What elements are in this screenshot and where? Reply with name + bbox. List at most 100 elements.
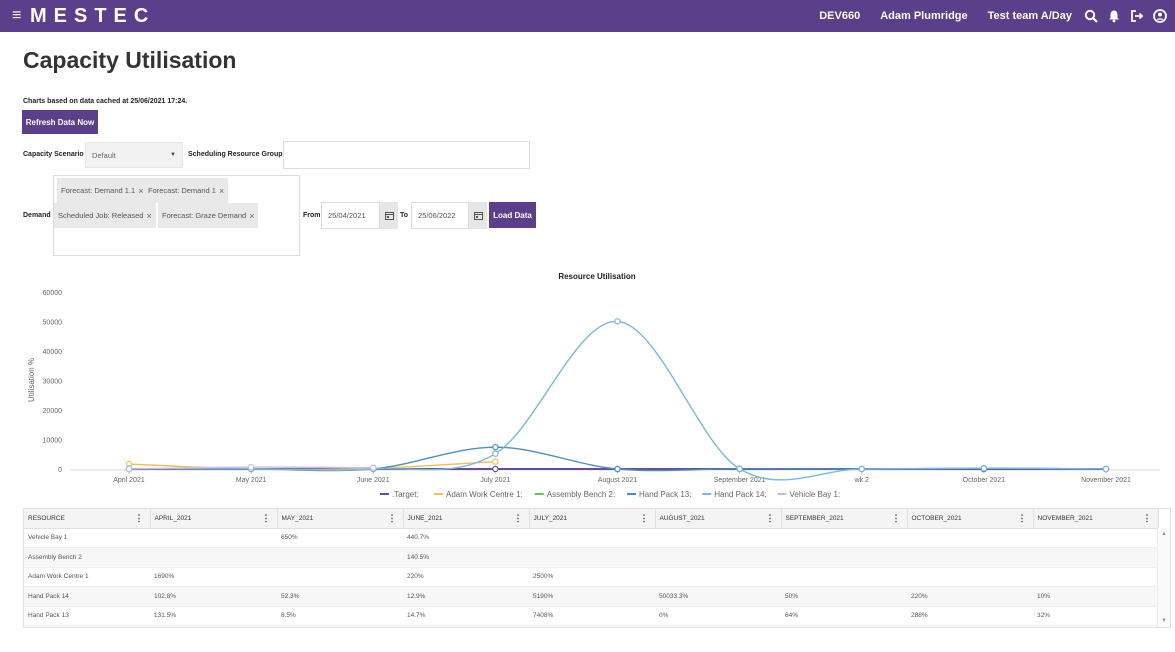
remove-chip-icon[interactable]: ×	[146, 211, 151, 221]
column-menu-icon[interactable]: ⋮	[766, 513, 775, 523]
column-menu-icon[interactable]: ⋮	[262, 513, 271, 523]
table-row[interactable]: Adam Work Centre 1 1690% 220% 2500%	[24, 567, 1158, 587]
user-name[interactable]: Adam Plumridge	[880, 10, 967, 22]
demand-multiselect[interactable]: Forecast: Demand 1.1 × Forecast: Demand 1…	[53, 175, 300, 256]
logout-icon[interactable]	[1130, 9, 1144, 23]
user-account-icon[interactable]	[1153, 9, 1167, 23]
bell-icon[interactable]	[1107, 9, 1121, 23]
table-scrollbar[interactable]: ▲ ▼	[1157, 528, 1170, 627]
column-header[interactable]: NOVEMBER_2021 ⋮	[1033, 509, 1159, 529]
table-row[interactable]: Hand Pack 14 102.8% 52.3% 12.9% 5190% 50033.3…	[24, 586, 1158, 607]
search-icon[interactable]	[1084, 9, 1098, 23]
resource-utilisation-chart: Resource Utilisation Utilisation % 0 1000…	[27, 272, 1160, 499]
refresh-data-button[interactable]: Refresh Data Now	[22, 110, 98, 134]
column-header[interactable]: AUGUST_2021 ⋮	[655, 509, 782, 529]
legend-item[interactable]: Vehicle Bay 1:	[790, 490, 841, 499]
data-point[interactable]	[736, 465, 743, 473]
data-point[interactable]	[125, 465, 133, 473]
data-point[interactable]	[370, 464, 377, 471]
data-point[interactable]	[492, 465, 499, 473]
legend-item[interactable]: Hand Pack 13:	[639, 490, 691, 499]
column-menu-icon[interactable]: ⋮	[135, 513, 144, 523]
brand-logo[interactable]: MESTEC	[30, 5, 155, 27]
top-navigation-bar: ≡ MESTEC DEV660 Adam Plumridge Test team…	[0, 0, 1175, 32]
table-cell	[907, 528, 1033, 548]
x-tick-label: September 2021	[714, 477, 766, 484]
x-tick-label: August 2021	[598, 477, 637, 484]
demand-chip[interactable]: Forecast: Demand 1.1 ×	[57, 178, 148, 203]
legend-item[interactable]: Adam Work Centre 1:	[446, 490, 523, 499]
column-header[interactable]: RESOURCE ⋮	[24, 509, 151, 529]
column-header[interactable]: JUNE_2021 ⋮	[403, 509, 530, 529]
remove-chip-icon[interactable]: ×	[138, 186, 143, 196]
from-label: From	[303, 212, 321, 219]
table-row[interactable]: Hand Pack 13 131.5% 8.5% 14.7% 7408% 0% 64% 288…	[24, 606, 1158, 626]
calendar-icon	[473, 212, 483, 220]
data-point[interactable]	[614, 465, 621, 473]
column-header[interactable]: APRIL_2021 ⋮	[150, 509, 278, 529]
legend-item[interactable]: Hand Pack 14:	[714, 490, 766, 499]
column-header-label: OCTOBER_2021	[911, 514, 962, 522]
table-cell: 650%	[277, 528, 403, 548]
legend-item[interactable]: .Target:	[392, 490, 419, 499]
column-header[interactable]: SEPTEMBER_2021 ⋮	[781, 509, 908, 529]
x-tick-label: July 2021	[480, 477, 510, 484]
scroll-up-icon[interactable]: ▲	[1161, 531, 1167, 537]
calendar-icon	[384, 212, 394, 220]
from-calendar-button[interactable]	[380, 202, 398, 229]
data-point[interactable]	[858, 465, 865, 473]
demand-chip[interactable]: Forecast: Demand 1 ×	[144, 178, 229, 203]
remove-chip-icon[interactable]: ×	[249, 211, 254, 221]
column-menu-icon[interactable]: ⋮	[640, 513, 649, 523]
table-cell: 10%	[1033, 586, 1158, 607]
capacity-scenario-select[interactable]: Default ▼	[85, 142, 183, 168]
column-header[interactable]: JULY_2021 ⋮	[529, 509, 656, 529]
y-tick-label: 0	[58, 467, 62, 474]
environment-label[interactable]: DEV660	[819, 10, 860, 22]
column-header[interactable]: MAY_2021 ⋮	[277, 509, 404, 529]
data-point[interactable]	[492, 458, 499, 465]
column-menu-icon[interactable]: ⋮	[388, 513, 397, 523]
remove-chip-icon[interactable]: ×	[219, 186, 224, 196]
table-cell: Assembly Bench 2	[24, 547, 150, 568]
data-point[interactable]	[1102, 465, 1110, 473]
data-point[interactable]	[980, 465, 988, 472]
table-cell: 14.7%	[403, 606, 529, 626]
team-name[interactable]: Test team A/Day	[988, 10, 1072, 22]
data-point[interactable]	[492, 450, 499, 457]
from-date-input[interactable]: 25/04/2021	[321, 202, 380, 229]
table-cell: 440.7%	[403, 528, 529, 548]
data-point[interactable]	[247, 463, 255, 471]
table-row[interactable]: Assembly Bench 2 140.5%	[24, 547, 1158, 568]
column-header-label: JUNE_2021	[407, 514, 443, 522]
column-menu-icon[interactable]: ⋮	[514, 513, 523, 523]
load-data-button[interactable]: Load Data	[489, 202, 536, 228]
to-label: To	[400, 212, 409, 219]
legend-item[interactable]: Assembly Bench 2:	[547, 490, 615, 499]
column-header-label: MAY_2021	[281, 514, 314, 522]
resource-group-input[interactable]	[283, 141, 530, 169]
table-cell	[529, 528, 655, 548]
top-right-controls: DEV660 Adam Plumridge Test team A/Day	[799, 0, 1167, 32]
demand-chip[interactable]: Scheduled Job: Released ×	[54, 203, 156, 228]
table-cell	[529, 547, 655, 568]
table-cell	[655, 567, 781, 587]
data-point[interactable]	[492, 443, 499, 451]
x-tick-label: wk 2	[854, 477, 870, 484]
to-date-input[interactable]: 25/06/2022	[411, 202, 469, 229]
column-menu-icon[interactable]: ⋮	[1018, 513, 1027, 523]
column-menu-icon[interactable]: ⋮	[892, 513, 901, 523]
column-header[interactable]: OCTOBER_2021 ⋮	[907, 509, 1034, 529]
demand-chip[interactable]: Forecast: Graze Demand ×	[158, 203, 259, 228]
table-cell	[907, 567, 1033, 587]
y-tick-label: 60000	[43, 290, 63, 297]
table-cell	[277, 567, 403, 587]
to-calendar-button[interactable]	[469, 202, 487, 229]
table-row[interactable]: Vehicle Bay 1 650% 440.7%	[24, 528, 1158, 548]
scroll-down-icon[interactable]: ▼	[1161, 618, 1167, 624]
chart-legend[interactable]: .Target: Adam Work Centre 1: Assembly Benc…	[380, 490, 840, 499]
hamburger-menu-icon[interactable]: ≡	[12, 7, 21, 25]
data-point[interactable]	[614, 318, 621, 325]
column-menu-icon[interactable]: ⋮	[1143, 513, 1152, 523]
table-cell: 2500%	[529, 567, 655, 587]
